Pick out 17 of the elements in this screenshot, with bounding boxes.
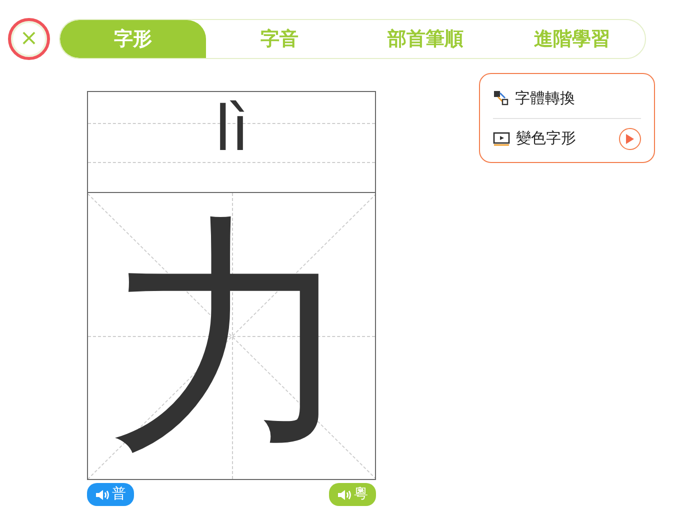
tab[interactable]: 部首筆順 [352, 20, 499, 58]
character-glyph: 力 [106, 211, 356, 461]
play-icon [626, 134, 634, 144]
audio-button[interactable]: 普 [87, 483, 134, 506]
tab[interactable]: 進階學習 [498, 20, 645, 58]
tab[interactable]: 字音 [206, 20, 352, 58]
tool-item[interactable]: 字體轉換 [515, 86, 575, 110]
pinyin-text: lì [214, 98, 249, 160]
audio-button[interactable]: 粵 [329, 483, 376, 506]
close-button[interactable]: × [8, 18, 50, 60]
speaker-icon [95, 488, 109, 500]
screen-play-icon [493, 130, 510, 146]
tool-item[interactable]: 變色字形 [516, 127, 576, 150]
convert-icon [493, 90, 509, 106]
play-button[interactable] [619, 128, 641, 150]
speaker-icon [337, 488, 351, 500]
tab[interactable]: 字形 [60, 20, 206, 58]
